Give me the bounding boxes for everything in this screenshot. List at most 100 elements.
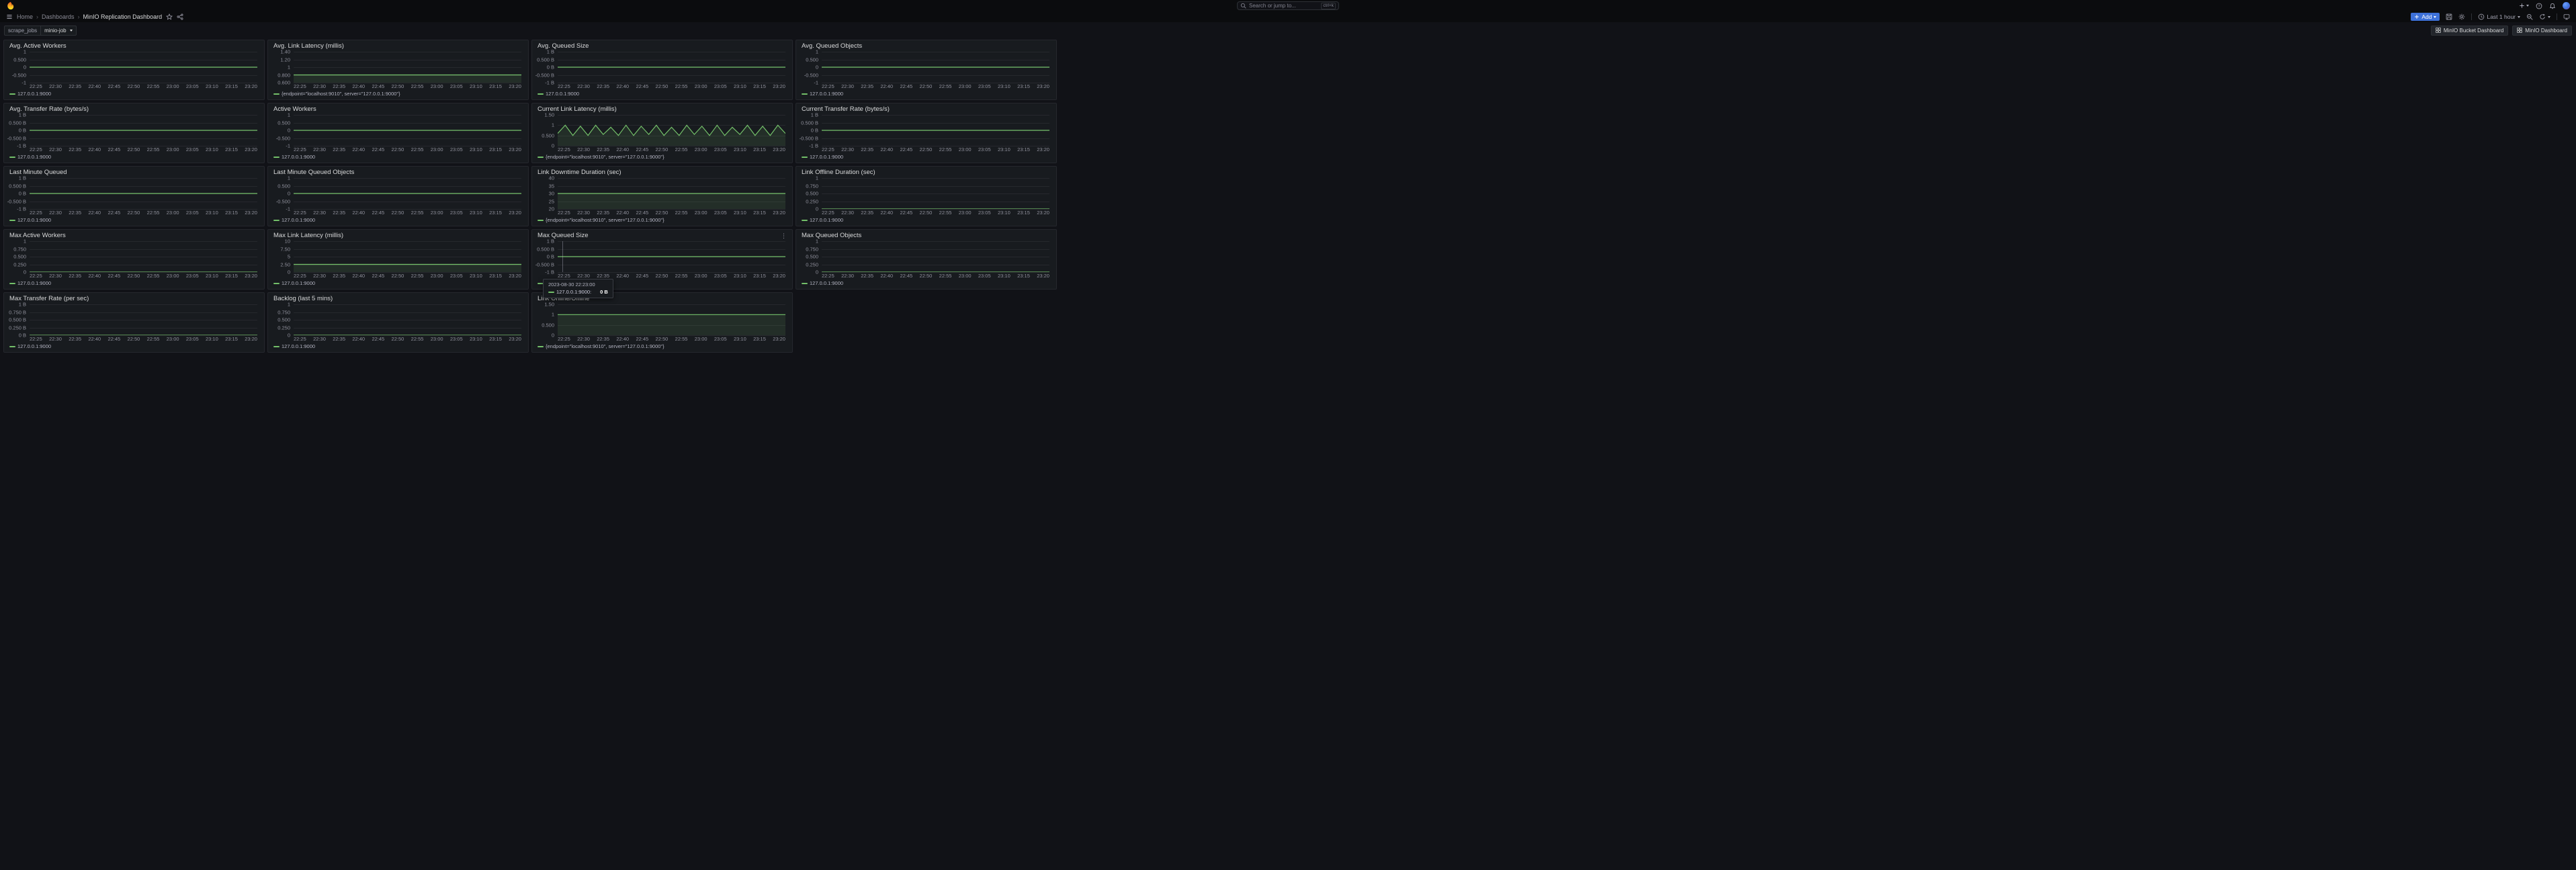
plot-area[interactable] [294, 178, 521, 209]
legend-item[interactable]: 127.0.0.1:9000 [273, 217, 523, 224]
plot-area[interactable] [558, 52, 785, 83]
plot-area[interactable] [822, 52, 1049, 83]
dashboard-settings-button[interactable] [2458, 13, 2465, 20]
panel-header: Max Transfer Rate (per sec) [9, 295, 259, 303]
panel-title[interactable]: Avg. Active Workers [9, 42, 67, 50]
plot-area[interactable] [30, 241, 257, 272]
legend-item[interactable]: 127.0.0.1:9000 [802, 280, 1051, 287]
legend-item[interactable]: {endpoint="localhost:9010", server="127.… [538, 217, 787, 224]
y-tick-label: 0.500 [277, 317, 290, 323]
y-tick-label: 1.50 [544, 302, 554, 308]
panel-title[interactable]: Backlog (last 5 mins) [273, 295, 333, 303]
x-axis: 22:2522:3022:3522:4022:4522:5022:5523:00… [558, 336, 785, 342]
x-tick-label: 22:40 [616, 273, 629, 279]
legend-label: 127.0.0.1:9000 [17, 217, 51, 224]
legend-item[interactable]: 127.0.0.1:9000 [538, 91, 787, 97]
legend-item[interactable]: 127.0.0.1:9000 [9, 280, 259, 287]
x-tick-label: 22:25 [30, 273, 42, 279]
variable-dropdown[interactable]: minio-job [40, 26, 76, 36]
menu-toggle-button[interactable] [6, 13, 13, 20]
legend-item[interactable]: 127.0.0.1:9000 [273, 154, 523, 161]
share-dashboard-button[interactable] [177, 13, 183, 20]
x-tick-label: 22:55 [411, 146, 424, 153]
breadcrumb-dashboards[interactable]: Dashboards [42, 13, 75, 20]
kiosk-mode-button[interactable] [2563, 13, 2570, 20]
plot-area[interactable] [558, 241, 785, 272]
legend-item[interactable]: {endpoint="localhost:9010", server="127.… [538, 154, 787, 161]
x-tick-label: 22:25 [30, 336, 42, 342]
panel-title[interactable]: Max Active Workers [9, 232, 66, 240]
legend-item[interactable]: 127.0.0.1:9000 [9, 91, 259, 97]
plot-area[interactable] [30, 115, 257, 146]
series-color-mark [802, 93, 808, 95]
x-tick-label: 22:40 [352, 273, 365, 279]
panel-0: Avg. Active Workers 10.5000-0.500-1 22:2… [3, 40, 265, 100]
grafana-logo-icon[interactable] [6, 1, 15, 10]
time-range-picker[interactable]: Last 1 hour [2478, 13, 2520, 20]
panel-title[interactable]: Max Link Latency (millis) [273, 232, 343, 240]
plot-area[interactable] [294, 241, 521, 272]
minio-dashboard-link[interactable]: MinIO Dashboard [2512, 26, 2572, 36]
legend-item[interactable]: 127.0.0.1:9000 [802, 91, 1051, 97]
add-panel-button[interactable]: Add [2411, 13, 2440, 21]
plot-area[interactable] [822, 115, 1049, 146]
panel-12: Max Active Workers 10.7500.5000.2500 22:… [3, 229, 265, 290]
help-button[interactable]: ? [2536, 3, 2542, 9]
legend-item[interactable]: 127.0.0.1:9000 [273, 343, 523, 350]
plot-area[interactable] [294, 304, 521, 335]
legend-label: 127.0.0.1:9000 [17, 343, 51, 350]
panel-title[interactable]: Link Offline Duration (sec) [802, 169, 875, 177]
plot-area[interactable] [822, 178, 1049, 209]
x-tick-label: 23:00 [695, 210, 707, 216]
y-tick-label: 0 [816, 64, 818, 71]
quick-add-button[interactable] [2519, 3, 2529, 9]
legend-item[interactable]: {endpoint="localhost:9010", server="127.… [538, 343, 787, 350]
user-avatar[interactable] [2563, 2, 2570, 9]
x-tick-label: 23:00 [695, 273, 707, 279]
x-tick-label: 23:20 [245, 83, 257, 89]
legend-item[interactable]: 127.0.0.1:9000 [273, 280, 523, 287]
notifications-button[interactable] [2549, 3, 2556, 9]
x-tick-label: 22:30 [841, 83, 854, 89]
plot-area[interactable] [294, 115, 521, 146]
x-tick-label: 23:10 [998, 273, 1011, 279]
save-dashboard-button[interactable] [2446, 13, 2452, 20]
plot-area[interactable] [30, 52, 257, 83]
breadcrumb-home[interactable]: Home [17, 13, 33, 20]
legend-item[interactable]: {endpoint="localhost:9010", server="127.… [273, 91, 523, 97]
x-tick-label: 22:40 [352, 336, 365, 342]
x-tick-label: 22:30 [577, 273, 590, 279]
refresh-button[interactable] [2539, 13, 2550, 20]
legend-item[interactable]: 127.0.0.1:9000 [802, 154, 1051, 161]
y-tick-label: 0.750 B [9, 309, 26, 315]
minio-bucket-dashboard-link[interactable]: MinIO Bucket Dashboard [2431, 26, 2508, 36]
plot-area[interactable] [822, 241, 1049, 272]
search-input[interactable]: Search or jump to... ctrl+k [1237, 1, 1339, 10]
chevron-down-icon [70, 30, 73, 32]
legend-item[interactable]: 127.0.0.1:9000 [9, 343, 259, 350]
legend-item[interactable]: 127.0.0.1:9000 [9, 217, 259, 224]
x-tick-label: 22:55 [411, 273, 424, 279]
plot-area[interactable] [30, 178, 257, 209]
plot-area[interactable] [558, 178, 785, 209]
panel-6: Current Link Latency (millis) 1.5010.500… [531, 103, 793, 163]
panel-menu-icon[interactable]: ⋮ [781, 233, 787, 239]
panel-title[interactable]: Max Queued Objects [802, 232, 861, 240]
gridline [558, 272, 785, 273]
plot-area[interactable] [558, 304, 785, 335]
legend-item[interactable]: 127.0.0.1:9000 [802, 217, 1051, 224]
plot-area[interactable] [558, 115, 785, 146]
legend-item[interactable]: 127.0.0.1:9000 [9, 154, 259, 161]
panel-title[interactable]: Active Workers [273, 105, 316, 114]
plot-area[interactable] [294, 52, 521, 83]
panel-title[interactable]: Max Queued Size [538, 232, 589, 240]
panel-title[interactable]: Last Minute Queued Objects [273, 169, 354, 177]
y-axis: 1 B0.500 B0 B-0.500 B-1 B [802, 115, 822, 146]
panel-header: Last Minute Queued Objects [273, 169, 523, 177]
star-dashboard-button[interactable] [166, 13, 173, 20]
zoom-out-button[interactable] [2526, 13, 2533, 20]
panel-title[interactable]: Avg. Queued Size [538, 42, 589, 50]
plot-area[interactable] [30, 304, 257, 335]
panel-15: Max Queued Objects 10.7500.5000.2500 22:… [796, 229, 1057, 290]
panel-title[interactable]: Avg. Queued Objects [802, 42, 862, 50]
